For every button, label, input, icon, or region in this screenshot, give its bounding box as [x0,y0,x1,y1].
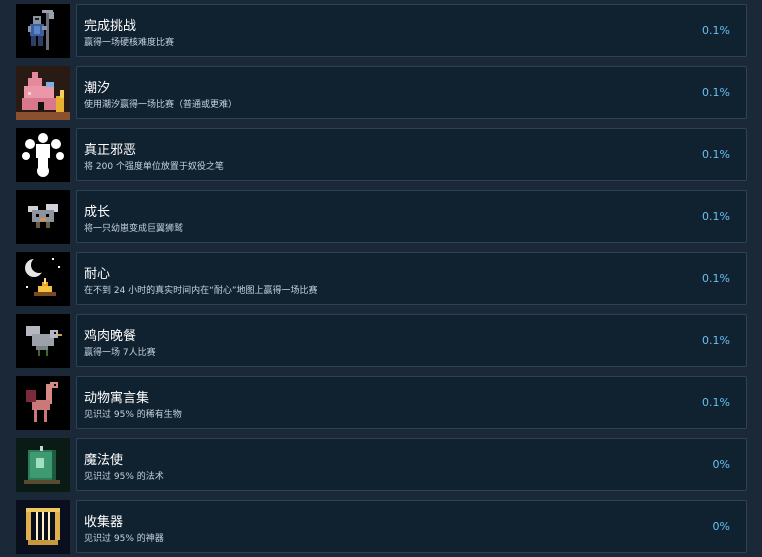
unlock-percentage: 0.1% [702,396,730,409]
achievement-title: 动物寓言集 [84,391,150,406]
unlock-percentage: 0% [712,458,730,471]
pink-winged-beast-icon [16,376,70,430]
achievement-row: 魔法使 见识过 95% 的法术 0% [16,438,747,492]
achievement-description: 赢得一场硬核难度比赛 [84,38,175,48]
achievement-title: 鸡肉晚餐 [84,329,137,344]
spellbook-icon [16,438,70,492]
achievement-row: 鸡肉晚餐 赢得一场 7人比赛 0.1% [16,314,747,368]
golden-lyre-icon [16,500,70,554]
achievement-panel: 收集器 见识过 95% 的神器 0% [76,500,747,553]
achievement-panel: 成长 将一只幼崽变成巨翼狮鹫 0.1% [76,190,747,243]
achievement-description: 将 200 个强度单位放置于奴役之笔 [84,162,224,172]
unlock-percentage: 0.1% [702,86,730,99]
achievement-panel: 耐心 在不到 24 小时的真实时间内在“耐心”地图上赢得一场比赛 0.1% [76,252,747,305]
achievement-panel: 魔法使 见识过 95% 的法术 0% [76,438,747,491]
achievement-description: 见识过 95% 的法术 [84,472,164,482]
achievement-title: 完成挑战 [84,19,137,34]
armored-knight-with-halberd-icon [16,4,70,58]
pink-conch-shell-house-icon [16,66,70,120]
achievement-title: 魔法使 [84,453,124,468]
achievement-row: 收集器 见识过 95% 的神器 0% [16,500,747,554]
achievement-row: 真正邪恶 将 200 个强度单位放置于奴役之笔 0.1% [16,128,747,182]
white-splat-drop-icon [16,128,70,182]
achievement-description: 见识过 95% 的神器 [84,534,164,544]
unlock-percentage: 0.1% [702,24,730,37]
achievement-row: 耐心 在不到 24 小时的真实时间内在“耐心”地图上赢得一场比赛 0.1% [16,252,747,306]
achievement-title: 成长 [84,205,111,220]
achievement-description: 使用潮汐赢得一场比赛（普通或更难） [84,100,238,110]
grey-dove-icon [16,314,70,368]
achievement-description: 在不到 24 小时的真实时间内在“耐心”地图上赢得一场比赛 [84,286,318,296]
achievement-title: 潮汐 [84,81,111,96]
unlock-percentage: 0.1% [702,272,730,285]
unlock-percentage: 0.1% [702,210,730,223]
achievement-row: 成长 将一只幼崽变成巨翼狮鹫 0.1% [16,190,747,244]
achievement-list: 完成挑战 赢得一场硬核难度比赛 0.1% 潮汐 使用潮汐赢得一场比赛（普通或更难… [0,0,762,557]
achievement-panel: 动物寓言集 见识过 95% 的稀有生物 0.1% [76,376,747,429]
achievement-panel: 鸡肉晚餐 赢得一场 7人比赛 0.1% [76,314,747,367]
achievement-row: 潮汐 使用潮汐赢得一场比赛（普通或更难） 0.1% [16,66,747,120]
achievement-panel: 完成挑战 赢得一场硬核难度比赛 0.1% [76,4,747,57]
unlock-percentage: 0.1% [702,148,730,161]
achievement-description: 将一只幼崽变成巨翼狮鹫 [84,224,184,234]
unlock-percentage: 0.1% [702,334,730,347]
achievement-description: 赢得一场 7人比赛 [84,348,156,358]
achievement-title: 真正邪恶 [84,143,137,158]
achievement-panel: 真正邪恶 将 200 个强度单位放置于奴役之笔 0.1% [76,128,747,181]
achievement-panel: 潮汐 使用潮汐赢得一场比赛（普通或更难） 0.1% [76,66,747,119]
achievement-title: 收集器 [84,515,124,530]
achievement-row: 动物寓言集 见识过 95% 的稀有生物 0.1% [16,376,747,430]
unlock-percentage: 0% [712,520,730,533]
achievement-title: 耐心 [84,267,111,282]
achievement-row: 完成挑战 赢得一场硬核难度比赛 0.1% [16,4,747,58]
crescent-moon-campfire-icon [16,252,70,306]
achievement-description: 见识过 95% 的稀有生物 [84,410,182,420]
small-creature-icon [16,190,70,244]
